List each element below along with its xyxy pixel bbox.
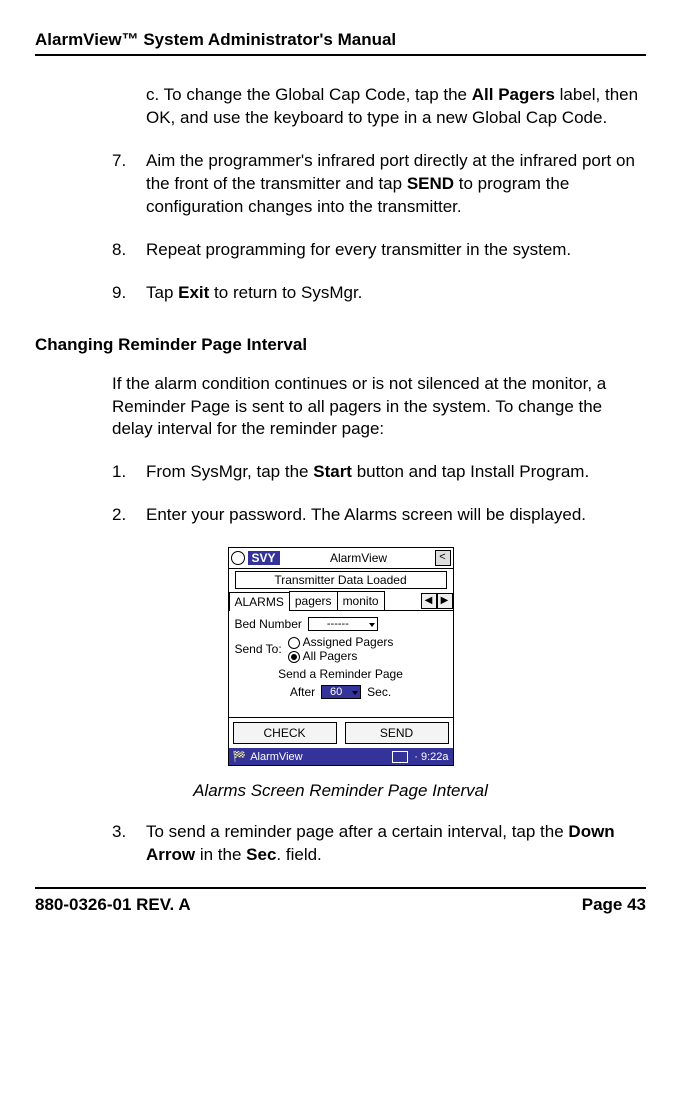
start-label: Start — [313, 462, 352, 481]
text: Repeat programming for every transmitter… — [146, 239, 646, 262]
status-icon — [231, 551, 245, 565]
taskbar-app[interactable]: AlarmView — [250, 751, 302, 763]
app-title: AlarmView — [283, 551, 435, 565]
taskbar-time: · 9:22a — [414, 751, 448, 763]
text: . field. — [276, 845, 321, 864]
check-button[interactable]: CHECK — [233, 722, 337, 744]
text: Enter your password. The Alarms screen w… — [146, 504, 646, 527]
step-number: 3. — [112, 821, 146, 867]
bed-number-label: Bed Number — [235, 617, 302, 631]
send-to-label: Send To: — [235, 642, 282, 656]
tab-alarms[interactable]: ALARMS — [229, 592, 290, 611]
step-number: 7. — [112, 150, 146, 219]
close-button[interactable]: < — [435, 550, 451, 566]
all-pagers-label: All Pagers — [472, 85, 555, 104]
status-line: Transmitter Data Loaded — [235, 571, 447, 589]
text: button and tap Install Program. — [352, 462, 589, 481]
step-8: 8. Repeat programming for every transmit… — [112, 239, 646, 262]
radio-assigned-pagers[interactable]: Assigned Pagers — [288, 635, 394, 649]
step-number: 2. — [112, 504, 146, 527]
footer-page-number: Page 43 — [582, 895, 646, 915]
device-screenshot: SVY AlarmView < Transmitter Data Loaded … — [228, 547, 454, 766]
seconds-dropdown[interactable]: 60 — [321, 685, 361, 699]
start-icon[interactable]: 🏁 — [233, 750, 247, 763]
text: c. To change the Global Cap Code, tap th… — [146, 85, 472, 104]
text: to return to SysMgr. — [209, 283, 362, 302]
substep-c: c. To change the Global Cap Code, tap th… — [146, 84, 646, 130]
keyboard-icon[interactable] — [392, 751, 408, 763]
step-9: 9. Tap Exit to return to SysMgr. — [112, 282, 646, 305]
tab-bar: ALARMS pagers monito ◀ ▶ — [229, 591, 453, 611]
step-number: 1. — [112, 461, 146, 484]
step-3: 3. To send a reminder page after a certa… — [112, 821, 646, 867]
section-intro: If the alarm condition continues or is n… — [112, 373, 646, 442]
send-label: SEND — [407, 174, 454, 193]
step-number: 9. — [112, 282, 146, 305]
text: From SysMgr, tap the — [146, 462, 313, 481]
svy-badge[interactable]: SVY — [248, 551, 280, 565]
page-header: AlarmView™ System Administrator's Manual — [35, 30, 646, 56]
exit-label: Exit — [178, 283, 209, 302]
radio-label: All Pagers — [303, 649, 358, 663]
title-bar: SVY AlarmView < — [229, 548, 453, 569]
step-number: 8. — [112, 239, 146, 262]
text: in the — [195, 845, 246, 864]
sec-field-label: Sec — [246, 845, 276, 864]
bed-number-dropdown[interactable]: ------ — [308, 617, 378, 631]
step-2: 2. Enter your password. The Alarms scree… — [112, 504, 646, 527]
tab-monitor[interactable]: monito — [337, 591, 385, 610]
tab-scroll-right[interactable]: ▶ — [437, 593, 453, 609]
send-button[interactable]: SEND — [345, 722, 449, 744]
after-label: After — [290, 685, 315, 699]
figure-caption: Alarms Screen Reminder Page Interval — [35, 781, 646, 801]
reminder-text: Send a Reminder Page — [235, 667, 447, 681]
tab-pagers[interactable]: pagers — [289, 591, 338, 610]
radio-label: Assigned Pagers — [303, 635, 394, 649]
section-heading: Changing Reminder Page Interval — [35, 335, 646, 355]
radio-all-pagers[interactable]: All Pagers — [288, 649, 394, 663]
sec-label: Sec. — [367, 685, 391, 699]
taskbar: 🏁 AlarmView · 9:22a — [229, 748, 453, 765]
footer-doc-number: 880-0326-01 REV. A — [35, 895, 191, 915]
step-1: 1. From SysMgr, tap the Start button and… — [112, 461, 646, 484]
step-7: 7. Aim the programmer's infrared port di… — [112, 150, 646, 219]
tab-scroll-left[interactable]: ◀ — [421, 593, 437, 609]
text: To send a reminder page after a certain … — [146, 822, 568, 841]
text: Tap — [146, 283, 178, 302]
